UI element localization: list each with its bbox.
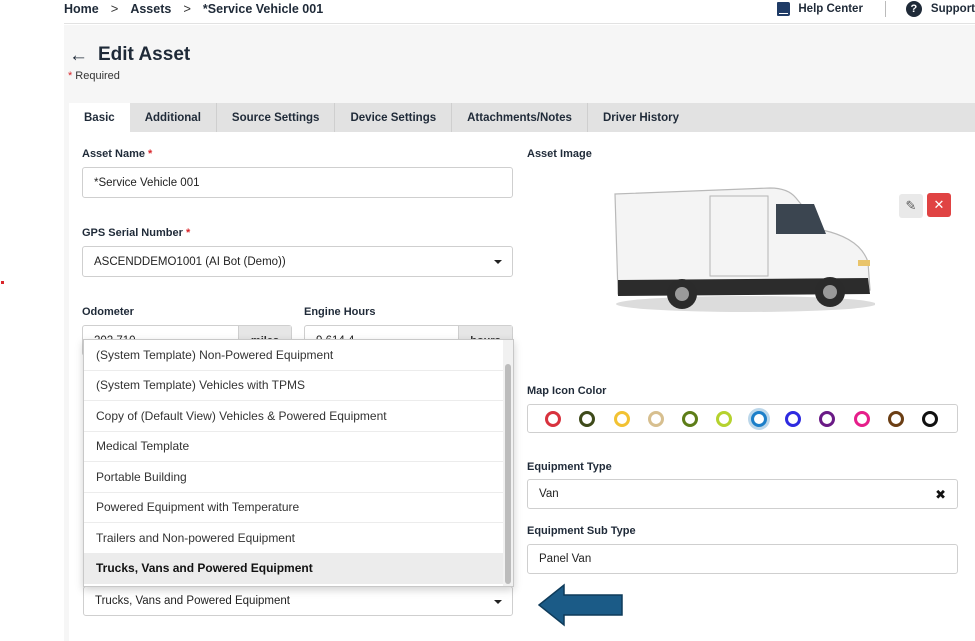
tab-driver-history[interactable]: Driver History: [588, 103, 694, 132]
color-swatch[interactable]: [682, 410, 699, 427]
dropdown-option[interactable]: Portable Building: [84, 462, 505, 493]
color-swatch[interactable]: [785, 410, 802, 427]
equipment-sub-type-value: Panel Van: [539, 553, 592, 565]
breadcrumb-separator: >: [183, 1, 191, 16]
gps-serial-value: ASCENDDEMO1001 (AI Bot (Demo)): [94, 255, 286, 268]
required-text: Required: [75, 70, 120, 82]
edge-marker: [1, 281, 4, 284]
edit-image-button[interactable]: ✎: [899, 194, 923, 218]
tab-attachments-notes[interactable]: Attachments/Notes: [452, 103, 588, 132]
engine-hours-label: Engine Hours: [304, 306, 376, 318]
dropdown-option[interactable]: Medical Template: [84, 432, 505, 462]
dropdown-option[interactable]: Copy of (Default View) Vehicles & Powere…: [84, 401, 505, 432]
book-icon: [777, 2, 791, 16]
breadcrumb-home[interactable]: Home: [64, 2, 99, 16]
pencil-icon: ✎: [905, 198, 917, 213]
color-swatch[interactable]: [579, 410, 596, 427]
breadcrumb-assets[interactable]: Assets: [130, 2, 171, 16]
clear-icon[interactable]: ✖: [935, 488, 946, 501]
equipment-type-select[interactable]: Van ✖: [527, 479, 958, 509]
caret-down-icon: [494, 260, 502, 264]
question-icon: ?: [905, 1, 922, 17]
asset-name-value: *Service Vehicle 001: [94, 176, 200, 189]
equipment-sub-type-input[interactable]: Panel Van: [527, 544, 958, 574]
support-link[interactable]: Support: [931, 3, 975, 15]
breadcrumb-current: *Service Vehicle 001: [202, 1, 324, 16]
tab-device-settings[interactable]: Device Settings: [335, 103, 453, 132]
color-swatch[interactable]: [545, 410, 561, 427]
template-dropdown-list: (System Template) Non-Powered Equipment …: [83, 339, 514, 587]
scrollbar-thumb[interactable]: [505, 364, 511, 584]
help-links: Help Center ? Support: [777, 0, 975, 18]
template-value: Trucks, Vans and Powered Equipment: [95, 595, 290, 607]
dropdown-option[interactable]: (System Template) Non-Powered Equipment: [84, 340, 505, 371]
dropdown-option[interactable]: Powered Equipment with Temperature: [84, 493, 505, 523]
map-icon-color-picker: [527, 404, 958, 433]
van-image: [614, 187, 875, 312]
dropdown-scrollbar[interactable]: [503, 340, 513, 586]
equipment-sub-type-label: Equipment Sub Type: [527, 525, 636, 537]
template-select[interactable]: Trucks, Vans and Powered Equipment: [83, 586, 513, 616]
color-swatch[interactable]: [853, 410, 870, 427]
tab-bar: Basic Additional Source Settings Device …: [69, 103, 975, 132]
odometer-label: Odometer: [82, 306, 134, 318]
color-swatch[interactable]: [647, 410, 664, 427]
tab-basic[interactable]: Basic: [69, 103, 130, 132]
page-title: Edit Asset: [98, 44, 191, 65]
color-swatch[interactable]: [819, 410, 836, 427]
remove-image-button[interactable]: ✕: [927, 193, 951, 217]
dropdown-option-selected[interactable]: Trucks, Vans and Powered Equipment: [84, 553, 505, 584]
required-star: *: [185, 227, 191, 239]
help-center-link[interactable]: Help Center: [798, 3, 863, 15]
color-swatch[interactable]: [750, 410, 767, 427]
gps-serial-select[interactable]: ASCENDDEMO1001 (AI Bot (Demo)): [82, 246, 513, 277]
equipment-type-value: Van: [539, 488, 559, 500]
required-star: *: [148, 148, 153, 160]
pointer-arrow-icon: [538, 583, 623, 627]
map-icon-color-label: Map Icon Color: [527, 385, 607, 397]
title-row: ← Edit Asset: [69, 44, 190, 66]
caret-down-icon: [494, 600, 502, 604]
top-bar: Home > Assets > *Service Vehicle 001 Hel…: [64, 0, 975, 24]
color-swatch[interactable]: [922, 410, 939, 427]
dropdown-option[interactable]: (System Template) Vehicles with TPMS: [84, 371, 505, 401]
dropdown-option[interactable]: Trailers and Non-powered Equipment: [84, 523, 505, 554]
required-star: *: [68, 70, 73, 82]
breadcrumb: Home > Assets > *Service Vehicle 001: [64, 1, 323, 16]
tab-additional[interactable]: Additional: [130, 103, 217, 132]
close-icon: ✕: [933, 197, 945, 212]
divider: [884, 1, 886, 17]
equipment-type-label: Equipment Type: [527, 461, 612, 473]
color-swatch[interactable]: [887, 410, 904, 427]
gps-serial-label: GPS Serial Number *: [82, 227, 190, 239]
tab-source-settings[interactable]: Source Settings: [217, 103, 336, 132]
asset-name-label: Asset Name *: [82, 148, 152, 160]
required-note: * Required: [68, 70, 120, 82]
asset-name-label-text: Asset Name: [82, 148, 145, 160]
arrow-left-icon[interactable]: ←: [69, 46, 88, 65]
breadcrumb-separator: >: [110, 1, 119, 16]
asset-image-label: Asset Image: [527, 148, 592, 160]
color-swatch[interactable]: [716, 410, 733, 427]
gps-serial-label-text: GPS Serial Number: [82, 227, 183, 239]
color-swatch[interactable]: [613, 410, 630, 427]
asset-name-input[interactable]: *Service Vehicle 001: [82, 167, 513, 198]
